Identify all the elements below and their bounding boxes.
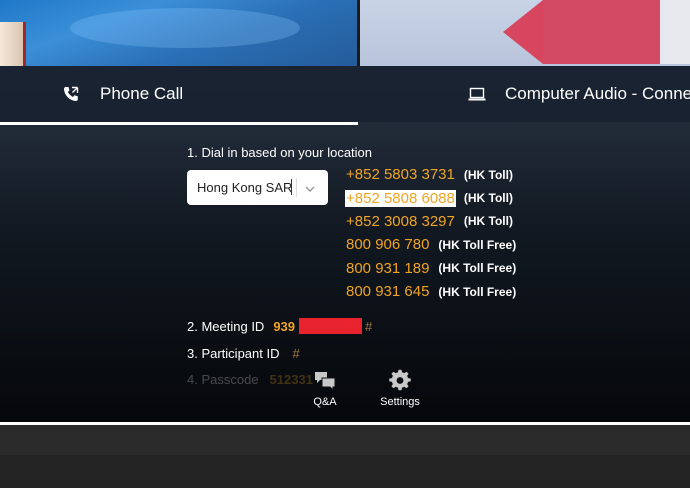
dial-in-row: +852 5803 3731 (HK Toll)	[346, 163, 516, 186]
dial-in-row: 800 906 780 (HK Toll Free)	[346, 233, 516, 256]
video-graphic	[503, 0, 543, 64]
dial-in-row: 800 931 189 (HK Toll Free)	[346, 257, 516, 280]
meeting-id-hash: #	[365, 318, 373, 334]
lower-video-area	[0, 425, 690, 488]
gear-icon	[388, 369, 412, 393]
dial-in-tag: (HK Toll Free)	[438, 261, 517, 276]
dial-in-tag: (HK Toll)	[463, 191, 513, 206]
text-cursor	[291, 179, 292, 195]
dial-in-row: +852 3008 3297 (HK Toll)	[346, 210, 516, 233]
video-graphic-light	[660, 0, 690, 64]
dial-in-number[interactable]: 800 931 645	[345, 283, 430, 300]
meeting-id-value: 939	[273, 318, 296, 334]
chevron-down-icon	[303, 182, 317, 193]
participant-video	[0, 22, 26, 70]
tab-phone-call[interactable]: Phone Call	[62, 66, 183, 122]
dial-in-tag: (HK Toll Free)	[438, 284, 517, 299]
dial-in-tag: (HK Toll)	[463, 214, 513, 229]
phone-call-content: 1. Dial in based on your location Hong K…	[0, 125, 690, 424]
join-audio-panel: Phone Call Computer Audio - Conne 1. Dia…	[0, 66, 690, 424]
step1-label: 1. Dial in based on your location	[187, 145, 373, 160]
tab-computer-audio-label: Computer Audio - Conne	[505, 84, 690, 103]
tab-computer-audio[interactable]: Computer Audio - Conne	[468, 66, 690, 122]
participant-id-label: 3. Participant ID	[187, 346, 280, 361]
dial-in-numbers-list: +852 5803 3731 (HK Toll) +852 5808 6088 …	[345, 163, 516, 303]
phone-call-icon	[62, 85, 80, 103]
country-select-value: Hong Kong SAR	[197, 180, 293, 195]
dial-in-row: +852 5808 6088 (HK Toll)	[345, 186, 516, 209]
laptop-icon	[468, 85, 486, 103]
redaction-block	[299, 318, 363, 334]
audio-tab-bar: Phone Call Computer Audio - Conne	[0, 66, 690, 122]
country-select[interactable]: Hong Kong SAR	[187, 170, 328, 205]
dial-in-tag: (HK Toll Free)	[438, 237, 517, 252]
video-tile-right	[360, 0, 690, 70]
dial-in-number[interactable]: +852 5803 3731	[345, 166, 456, 183]
meeting-toolbar: Q&A Settings	[0, 369, 690, 424]
dial-in-row: 800 931 645 (HK Toll Free)	[346, 280, 516, 303]
dial-in-number-selected[interactable]: +852 5808 6088	[345, 189, 456, 207]
video-background	[70, 8, 300, 48]
tab-phone-call-label: Phone Call	[100, 84, 184, 103]
select-separator	[296, 178, 297, 197]
dial-in-number[interactable]: +852 3008 3297	[345, 213, 456, 230]
meeting-id-row: 2. Meeting ID 939 #	[187, 318, 372, 334]
qa-button-label: Q&A	[313, 396, 337, 408]
settings-button[interactable]: Settings	[377, 369, 423, 408]
video-tile-left	[0, 0, 357, 70]
dial-in-number[interactable]: 800 906 780	[345, 236, 430, 253]
dial-in-number[interactable]: 800 931 189	[345, 260, 430, 277]
participant-id-row: 3. Participant ID #	[187, 346, 300, 361]
meeting-id-label: 2. Meeting ID	[187, 318, 265, 334]
lower-video-strip	[0, 425, 690, 455]
participant-id-hash: #	[292, 346, 300, 361]
dial-in-tag: (HK Toll)	[463, 167, 513, 182]
zoom-meeting-window: Phone Call Computer Audio - Conne 1. Dia…	[0, 0, 690, 488]
video-graphic-block	[543, 0, 673, 64]
chat-bubbles-icon	[313, 369, 337, 393]
settings-button-label: Settings	[380, 396, 420, 408]
qa-button[interactable]: Q&A	[310, 369, 340, 408]
